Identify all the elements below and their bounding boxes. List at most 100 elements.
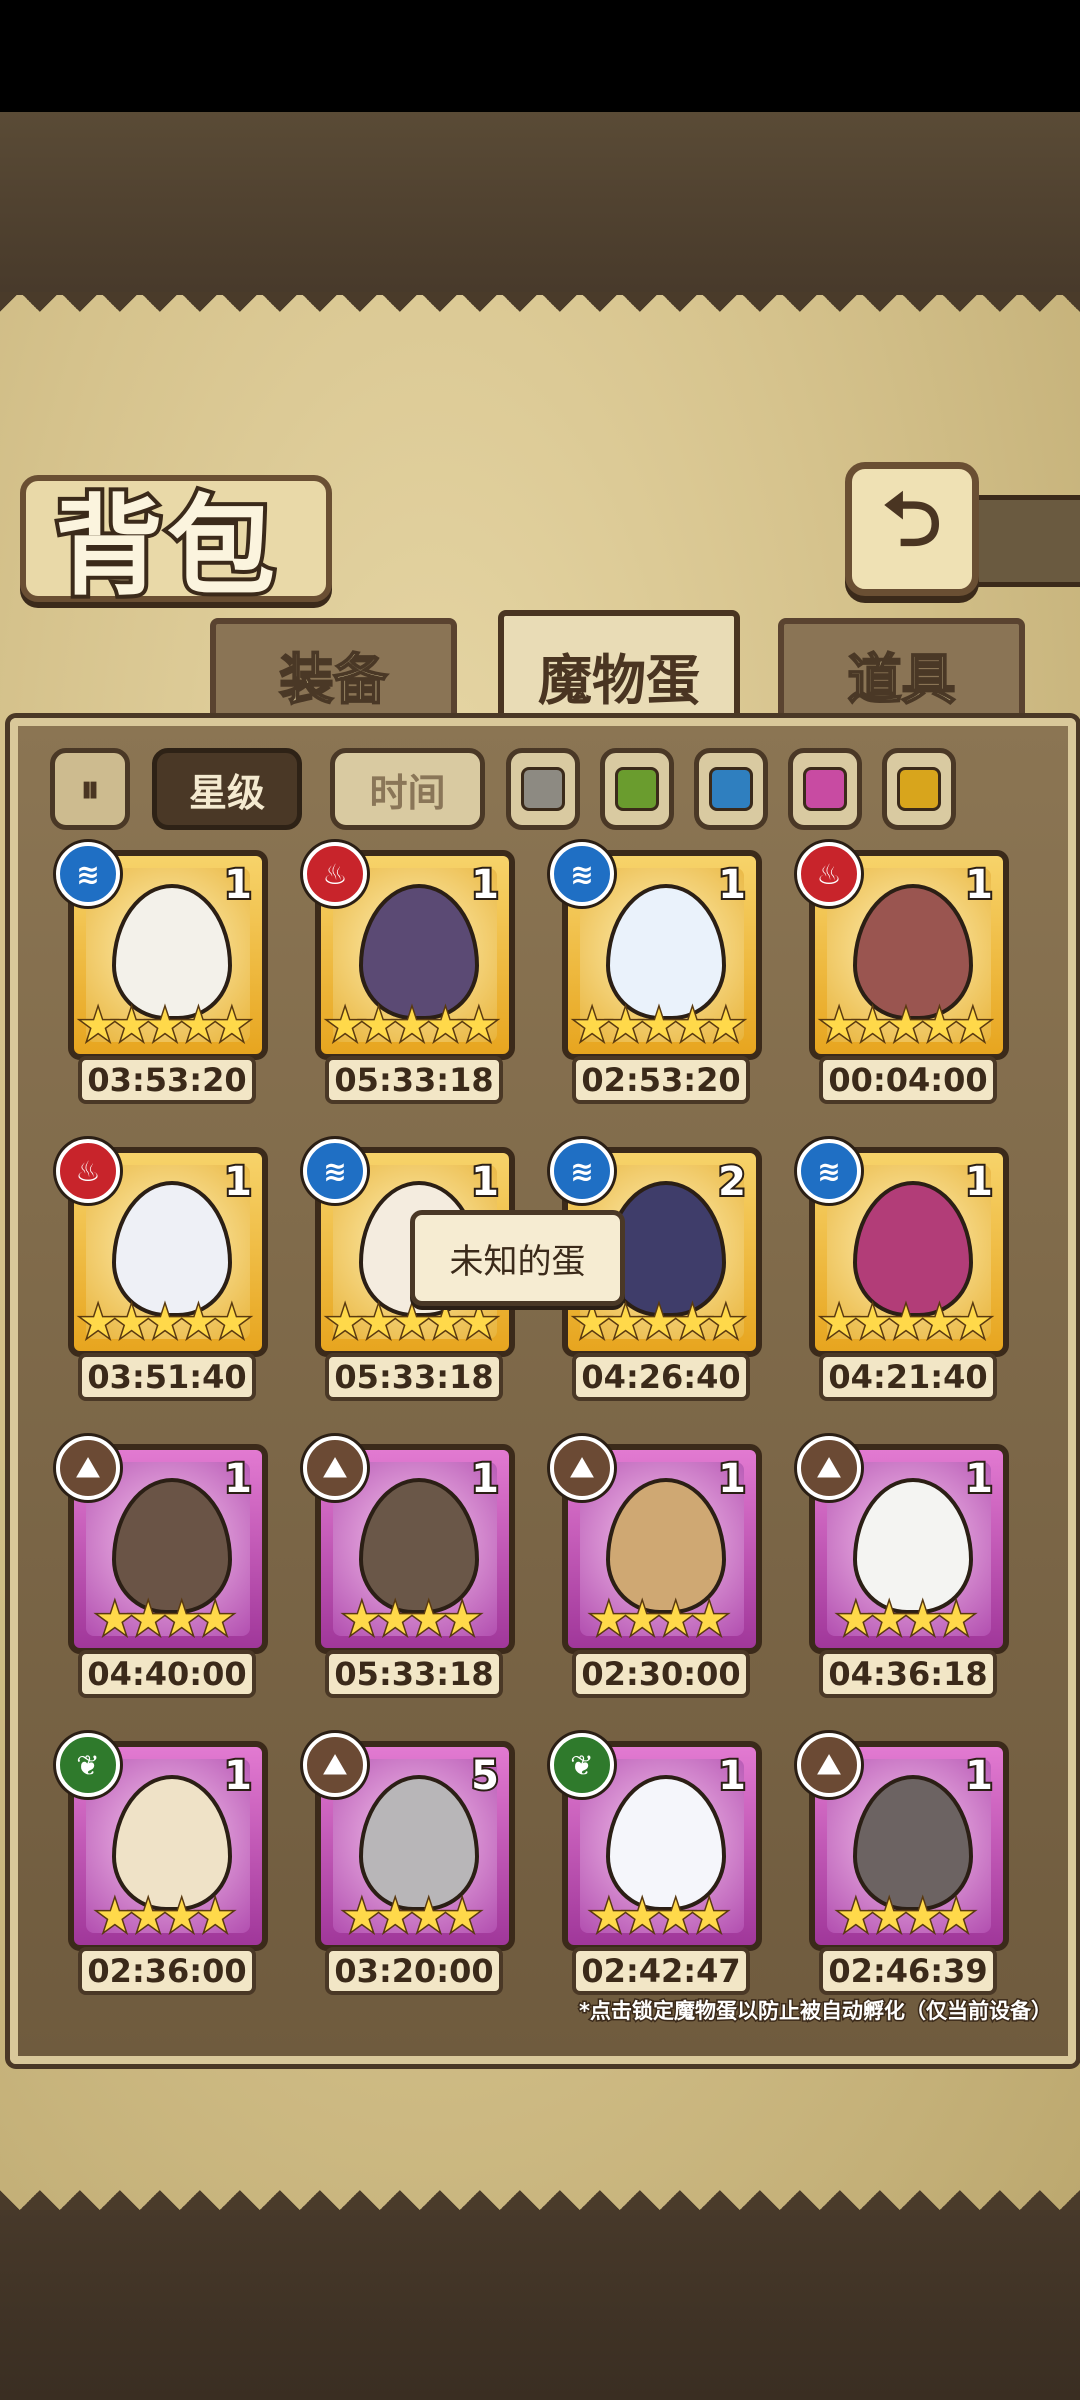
color-filter-pink[interactable] [788, 748, 862, 830]
hatch-timer: 04:26:40 [572, 1353, 750, 1401]
footer-note: *点击锁定魔物蛋以防止被自动孵化（仅当前设备） [578, 1998, 1054, 2025]
egg-tooltip: 未知的蛋 [410, 1210, 625, 1306]
earth-element-icon: ⛰ [550, 1436, 614, 1500]
egg-count: 1 [222, 1454, 254, 1504]
egg-count: 1 [469, 860, 501, 910]
water-element-icon: ≋ [797, 1139, 861, 1203]
fire-element-icon: ♨ [797, 842, 861, 906]
gray-swatch-icon [521, 767, 565, 811]
fire-element-icon: ♨ [56, 1139, 120, 1203]
star-rating: ★★★★ [341, 1593, 484, 1647]
egg-count: 1 [963, 1454, 995, 1504]
star-rating: ★★★★★ [818, 999, 994, 1053]
egg-slot[interactable]: 1 ⛰ ★★★★ 02:46:39 [797, 1733, 1011, 2011]
page-title: 背包 [51, 481, 280, 614]
egg-count: 1 [222, 860, 254, 910]
hatch-timer: 05:33:18 [325, 1650, 503, 1698]
wood-element-icon: ❦ [550, 1733, 614, 1797]
earth-element-icon: ⛰ [56, 1436, 120, 1500]
filter-toggle-icon: ⏸ [80, 766, 100, 811]
egg-slot[interactable]: 1 ⛰ ★★★★ 05:33:18 [303, 1436, 517, 1714]
blue-swatch-icon [709, 767, 753, 811]
egg-slot[interactable]: 1 ♨ ★★★★★ 05:33:18 [303, 842, 517, 1120]
green-swatch-icon [615, 767, 659, 811]
hatch-timer: 02:42:47 [572, 1947, 750, 1995]
map-background-top [0, 112, 1080, 308]
egg-slot[interactable]: 1 ❦ ★★★★ 02:42:47 [550, 1733, 764, 2011]
hatch-timer: 04:21:40 [819, 1353, 997, 1401]
star-rating: ★★★★ [588, 1593, 731, 1647]
color-filter-blue[interactable] [694, 748, 768, 830]
egg-count: 1 [716, 1454, 748, 1504]
color-filter-yellow[interactable] [882, 748, 956, 830]
egg-count: 1 [963, 1157, 995, 1207]
hatch-timer: 02:36:00 [78, 1947, 256, 1995]
sort-by-time-button[interactable]: 时间 [330, 748, 485, 830]
color-filter-gray[interactable] [506, 748, 580, 830]
star-rating: ★★★★★ [571, 999, 747, 1053]
egg-slot[interactable]: 1 ⛰ ★★★★ 04:36:18 [797, 1436, 1011, 1714]
yellow-swatch-icon [897, 767, 941, 811]
torn-edge-top [0, 292, 1080, 332]
egg-count: 1 [963, 860, 995, 910]
egg-slot[interactable]: 1 ≋ ★★★★★ 02:53:20 [550, 842, 764, 1120]
star-rating: ★★★★ [835, 1890, 978, 1944]
earth-element-icon: ⛰ [797, 1436, 861, 1500]
star-rating: ★★★★ [835, 1593, 978, 1647]
water-element-icon: ≋ [550, 842, 614, 906]
back-button[interactable]: ⮌ [845, 462, 979, 596]
egg-slot[interactable]: 1 ⛰ ★★★★ 02:30:00 [550, 1436, 764, 1714]
tab-items[interactable]: 道具 [778, 618, 1025, 724]
tab-monster-eggs[interactable]: 魔物蛋 [498, 610, 740, 734]
hatch-timer: 02:53:20 [572, 1056, 750, 1104]
hatch-timer: 03:53:20 [78, 1056, 256, 1104]
hatch-timer: 05:33:18 [325, 1353, 503, 1401]
map-background-bottom [0, 2210, 1080, 2400]
star-rating: ★★★★ [588, 1890, 731, 1944]
earth-element-icon: ⛰ [797, 1733, 861, 1797]
back-arrow-icon: ⮌ [882, 477, 942, 563]
water-element-icon: ≋ [550, 1139, 614, 1203]
hatch-timer: 03:20:00 [325, 1947, 503, 1995]
star-rating: ★★★★ [94, 1890, 237, 1944]
star-rating: ★★★★★ [77, 999, 253, 1053]
color-filter-green[interactable] [600, 748, 674, 830]
egg-count: 1 [222, 1751, 254, 1801]
star-rating: ★★★★ [341, 1890, 484, 1944]
egg-count: 5 [469, 1751, 501, 1801]
filter-toggle-button[interactable]: ⏸ [50, 748, 130, 830]
pink-swatch-icon [803, 767, 847, 811]
sort-by-star-button[interactable]: 星级 [152, 748, 302, 830]
wood-element-icon: ❦ [56, 1733, 120, 1797]
egg-count: 1 [222, 1157, 254, 1207]
water-element-icon: ≋ [56, 842, 120, 906]
back-button-rail [965, 495, 1080, 587]
hatch-timer: 00:04:00 [819, 1056, 997, 1104]
egg-count: 2 [716, 1157, 748, 1207]
star-rating: ★★★★★ [324, 999, 500, 1053]
hatch-timer: 02:30:00 [572, 1650, 750, 1698]
star-rating: ★★★★ [94, 1593, 237, 1647]
earth-element-icon: ⛰ [303, 1436, 367, 1500]
egg-slot[interactable]: 1 ⛰ ★★★★ 04:40:00 [56, 1436, 270, 1714]
torn-edge-bottom [0, 2170, 1080, 2210]
egg-count: 1 [469, 1157, 501, 1207]
egg-count: 1 [469, 1454, 501, 1504]
egg-slot[interactable]: 1 ♨ ★★★★★ 03:51:40 [56, 1139, 270, 1417]
hatch-timer: 02:46:39 [819, 1947, 997, 1995]
hatch-timer: 03:51:40 [78, 1353, 256, 1401]
egg-count: 1 [963, 1751, 995, 1801]
egg-slot[interactable]: 1 ♨ ★★★★★ 00:04:00 [797, 842, 1011, 1120]
hatch-timer: 05:33:18 [325, 1056, 503, 1104]
hatch-timer: 04:40:00 [78, 1650, 256, 1698]
star-rating: ★★★★★ [818, 1296, 994, 1350]
egg-slot[interactable]: 1 ❦ ★★★★ 02:36:00 [56, 1733, 270, 2011]
egg-slot[interactable]: 5 ⛰ ★★★★ 03:20:00 [303, 1733, 517, 2011]
tab-equipment[interactable]: 装备 [210, 618, 457, 724]
fire-element-icon: ♨ [303, 842, 367, 906]
earth-element-icon: ⛰ [303, 1733, 367, 1797]
star-rating: ★★★★★ [77, 1296, 253, 1350]
egg-slot[interactable]: 1 ≋ ★★★★★ 04:21:40 [797, 1139, 1011, 1417]
egg-slot[interactable]: 1 ≋ ★★★★★ 03:53:20 [56, 842, 270, 1120]
egg-count: 1 [716, 1751, 748, 1801]
